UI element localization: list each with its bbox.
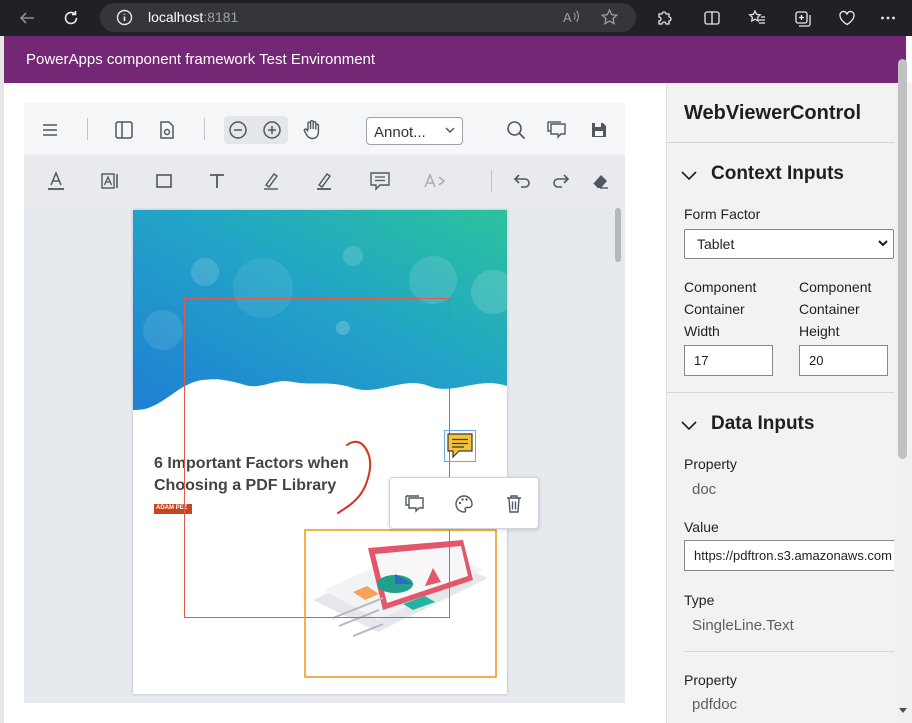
pdf-viewer: Annot... 6 Important Factors when Choosi…: [24, 103, 625, 703]
browser-essentials-icon[interactable]: [835, 6, 859, 30]
data-inputs-header[interactable]: Data Inputs: [667, 392, 894, 452]
container-width-input[interactable]: 17: [684, 345, 773, 376]
container-height-label: Component Container Height: [799, 276, 871, 342]
comments-icon[interactable]: [543, 116, 571, 144]
svg-text:A: A: [563, 10, 572, 25]
author-label: ADAM PEZ: [154, 504, 192, 514]
favorites-icon[interactable]: [745, 6, 769, 30]
label-line: Height: [799, 323, 840, 339]
page-title-line1: 6 Important Factors when: [154, 455, 349, 472]
sticky-note-icon[interactable]: [366, 167, 394, 195]
redo-icon[interactable]: [547, 167, 575, 195]
zoom-out-icon[interactable]: [224, 116, 252, 144]
address-url: localhost:8181: [148, 9, 238, 25]
type-value: SingleLine.Text: [692, 617, 794, 634]
panel-title: WebViewerControl: [684, 102, 862, 124]
annotation-popup: [389, 477, 539, 529]
comment-icon[interactable]: [401, 490, 429, 518]
freehand-pen-icon[interactable]: [310, 167, 338, 195]
form-factor-select[interactable]: Tablet: [684, 229, 894, 259]
value-label: Value: [684, 519, 719, 535]
label-line: Container: [684, 301, 745, 317]
panel-scrollbar-thumb[interactable]: [898, 59, 907, 459]
chevron-down-icon: [877, 237, 889, 249]
window-edge: [0, 36, 4, 723]
browser-toolbar: localhost:8181 A: [0, 0, 912, 36]
chevron-down-icon: [681, 171, 697, 181]
form-factor-value: Tablet: [697, 236, 735, 252]
back-arrow-icon[interactable]: [15, 6, 39, 30]
viewer-header-toolbar: Annot...: [24, 103, 625, 155]
left-panel-icon[interactable]: [110, 116, 138, 144]
container-height-input[interactable]: 20: [799, 345, 888, 376]
label-line: Width: [684, 323, 720, 339]
split-screen-icon[interactable]: [700, 6, 724, 30]
info-icon[interactable]: [116, 9, 133, 26]
properties-panel: WebViewerControl Context Inputs Form Fac…: [666, 83, 894, 723]
delete-icon[interactable]: [500, 490, 528, 518]
header-title: PowerApps component framework Test Envir…: [26, 51, 376, 68]
app-header: PowerApps component framework Test Envir…: [4, 36, 906, 83]
form-factor-label: Form Factor: [684, 206, 761, 222]
context-inputs-title: Context Inputs: [711, 163, 844, 184]
menu-icon[interactable]: [36, 116, 64, 144]
annotation-mode-value: Annot...: [374, 124, 426, 141]
eraser-icon[interactable]: [586, 167, 614, 195]
read-aloud-icon[interactable]: A: [562, 9, 580, 26]
text-underline-icon[interactable]: [42, 167, 70, 195]
url-host: localhost: [148, 9, 204, 25]
viewer-scrollbar[interactable]: [615, 208, 621, 262]
toolbar-separator: [491, 170, 492, 192]
url-port: :8181: [203, 9, 239, 25]
chevron-down-icon: [444, 124, 456, 136]
label-line: Component: [799, 279, 872, 295]
text-replace-icon[interactable]: [422, 167, 450, 195]
zoom-in-icon[interactable]: [258, 116, 286, 144]
annotation-toolbar: [24, 155, 625, 207]
rectangle-icon[interactable]: [150, 167, 178, 195]
toolbar-separator: [87, 118, 88, 140]
address-bar[interactable]: localhost:8181 A: [100, 3, 636, 32]
type-label: Type: [684, 592, 715, 608]
extensions-icon[interactable]: [652, 6, 676, 30]
collections-icon[interactable]: [790, 6, 814, 30]
property-label: Property: [684, 672, 737, 688]
pan-hand-icon[interactable]: [298, 116, 326, 144]
sticky-note-annotation[interactable]: [447, 433, 473, 459]
save-icon[interactable]: [585, 116, 613, 144]
highlight-pen-icon[interactable]: [257, 167, 285, 195]
color-palette-icon[interactable]: [450, 490, 478, 518]
scroll-down-arrow-icon[interactable]: [898, 707, 908, 715]
undo-icon[interactable]: [508, 167, 536, 195]
label-line: Component: [684, 279, 757, 295]
page-title-line2: Choosing a PDF Library: [154, 477, 337, 494]
favorite-star-icon[interactable]: [600, 8, 619, 27]
page-settings-icon[interactable]: [153, 116, 181, 144]
property-value: pdfdoc: [692, 696, 738, 713]
text-tool-icon[interactable]: [203, 167, 231, 195]
annotation-mode-select[interactable]: Annot...: [366, 117, 463, 145]
container-width-label: Component Container Width: [684, 276, 756, 342]
more-icon[interactable]: [876, 6, 900, 30]
panel-scrollbar[interactable]: [894, 59, 912, 723]
property-value: doc: [692, 481, 717, 498]
chevron-down-icon: [681, 421, 697, 431]
property-label: Property: [684, 456, 737, 472]
free-text-icon[interactable]: [96, 167, 124, 195]
divider: [684, 651, 894, 652]
search-icon[interactable]: [502, 116, 530, 144]
context-inputs-header[interactable]: Context Inputs: [667, 142, 894, 202]
label-line: Container: [799, 301, 860, 317]
toolbar-separator: [204, 118, 205, 140]
data-inputs-title: Data Inputs: [711, 413, 815, 434]
zoom-controls: [224, 116, 288, 144]
value-input[interactable]: https://pdftron.s3.amazonaws.com: [684, 540, 894, 571]
refresh-icon[interactable]: [59, 6, 83, 30]
